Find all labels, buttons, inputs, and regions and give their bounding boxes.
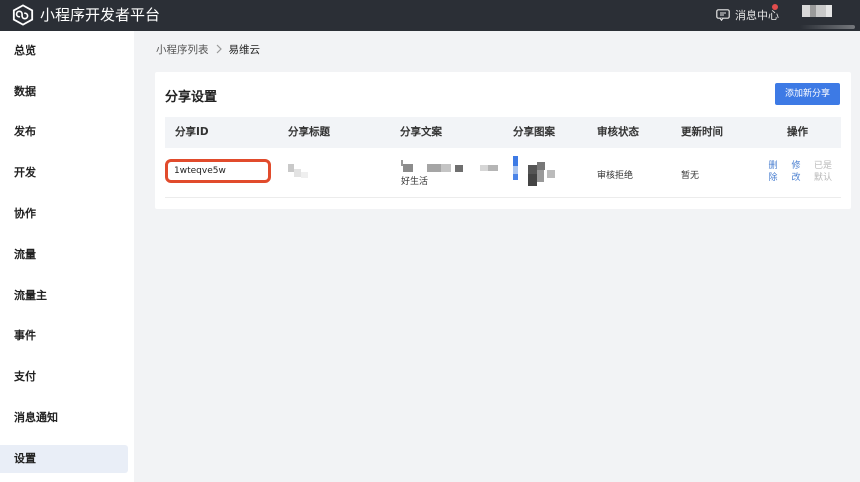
table-row: 1wteqve5w 好生活 审核拒绝 暂无 删除 修改 已是默认 [165, 148, 841, 198]
share-text-value: 好生活 [401, 177, 429, 187]
column-header-share-id: 分享ID [175, 126, 209, 138]
share-id-value: 1wteqve5w [174, 166, 226, 176]
delete-link[interactable]: 删除 [767, 160, 779, 184]
sidebar-item-develop[interactable]: 开发 [0, 159, 128, 187]
notification-dot [772, 4, 778, 10]
breadcrumb: 小程序列表 易维云 [156, 41, 260, 57]
sidebar-item-data[interactable]: 数据 [0, 78, 128, 106]
sidebar-item-collaborate[interactable]: 协作 [0, 200, 128, 228]
column-header-share-image: 分享图案 [513, 126, 555, 138]
chat-bubble-icon [716, 9, 730, 21]
mini-program-logo-icon[interactable] [12, 4, 34, 26]
column-header-share-text: 分享文案 [400, 126, 442, 138]
section-title: 分享设置 [165, 90, 218, 105]
sidebar-nav: 总览 数据 发布 开发 协作 流量 流量主 事件 支付 消息通知 设置 [0, 31, 134, 482]
top-header-bar: 小程序开发者平台 消息中心 [0, 0, 860, 31]
message-center-link[interactable]: 消息中心 [716, 6, 779, 24]
app-title: 小程序开发者平台 [40, 6, 161, 24]
sidebar-item-overview[interactable]: 总览 [0, 37, 128, 65]
column-header-share-title: 分享标题 [288, 126, 330, 138]
sidebar-item-traffic-owner[interactable]: 流量主 [0, 282, 128, 310]
sidebar-item-traffic[interactable]: 流量 [0, 241, 128, 269]
column-header-review-status: 审核状态 [597, 126, 639, 138]
user-avatar[interactable] [802, 5, 832, 17]
review-status-value: 审核拒绝 [597, 171, 634, 181]
column-header-actions: 操作 [787, 126, 808, 138]
header-decoration [800, 25, 855, 29]
table-header: 分享ID 分享标题 分享文案 分享图案 审核状态 更新时间 操作 [165, 117, 841, 148]
sidebar-item-settings[interactable]: 设置 [0, 445, 128, 473]
sidebar-item-notifications[interactable]: 消息通知 [0, 404, 128, 432]
chevron-right-icon [216, 44, 222, 54]
breadcrumb-parent-link[interactable]: 小程序列表 [156, 42, 209, 57]
set-default-label: 已是默认 [813, 161, 832, 183]
sidebar-item-events[interactable]: 事件 [0, 322, 128, 350]
column-header-update-time: 更新时间 [681, 126, 723, 138]
share-settings-card: 分享设置 添加新分享 分享ID 分享标题 分享文案 分享图案 审核状态 更新时间… [155, 72, 851, 209]
update-time-value: 暂无 [681, 171, 700, 181]
edit-link[interactable]: 修改 [790, 160, 802, 184]
breadcrumb-current: 易维云 [228, 43, 261, 56]
add-share-button[interactable]: 添加新分享 [775, 83, 840, 105]
sidebar-item-payment[interactable]: 支付 [0, 363, 128, 391]
sidebar-item-publish[interactable]: 发布 [0, 118, 128, 146]
